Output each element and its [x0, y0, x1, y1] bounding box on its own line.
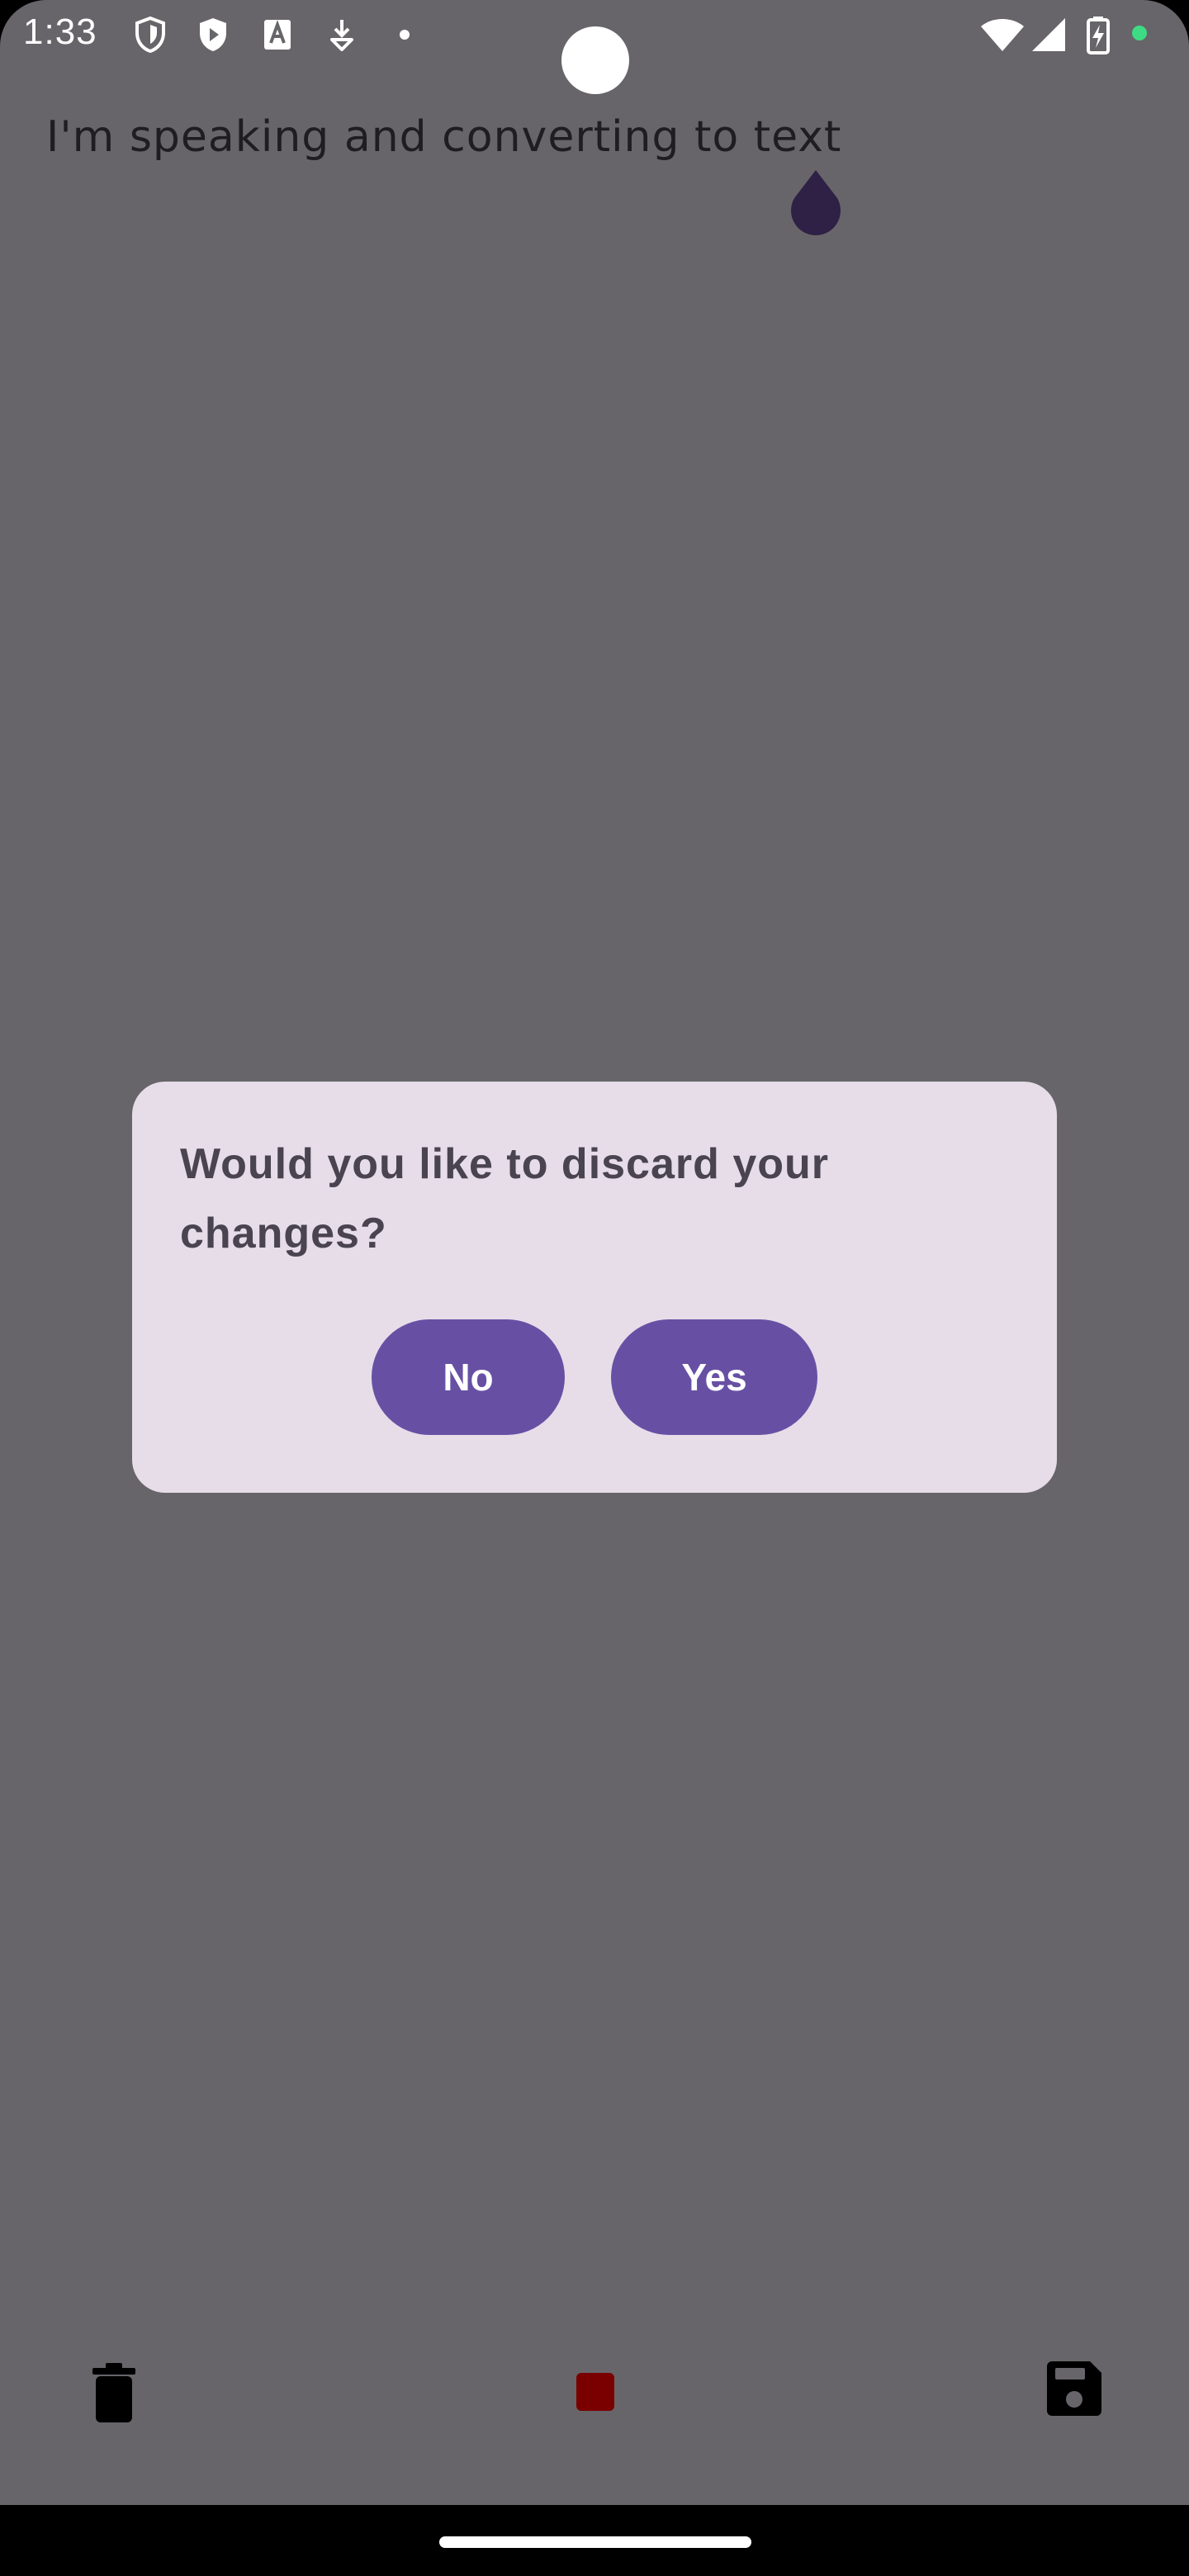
trash-icon[interactable] — [92, 2361, 135, 2422]
discard-changes-dialog: Would you like to discard your changes? … — [132, 1082, 1057, 1493]
yes-button[interactable]: Yes — [611, 1319, 817, 1435]
home-gesture-handle[interactable] — [439, 2536, 751, 2548]
navigation-bar — [0, 2505, 1189, 2576]
app-screen: 1:33 I'm speaking and converting to text… — [0, 0, 1189, 2505]
transcript-text[interactable]: I'm speaking and converting to text — [46, 112, 841, 162]
font-download-icon — [264, 20, 291, 50]
download-icon — [330, 20, 353, 51]
no-button[interactable]: No — [372, 1319, 565, 1435]
dot-icon — [400, 30, 410, 40]
stop-icon[interactable] — [576, 2373, 614, 2411]
wifi-icon — [981, 19, 1024, 51]
save-icon[interactable] — [1047, 2361, 1101, 2416]
dialog-title: Would you like to discard your changes? — [180, 1140, 830, 1257]
shield-icon — [135, 16, 165, 54]
signal-icon — [1032, 18, 1065, 51]
status-time: 1:33 — [23, 12, 97, 52]
camera-cutout — [561, 26, 629, 94]
active-dot-icon — [1132, 26, 1147, 40]
text-cursor-handle[interactable] — [786, 170, 846, 241]
shield-play-icon — [200, 18, 226, 51]
battery-charging-icon — [1087, 17, 1110, 54]
